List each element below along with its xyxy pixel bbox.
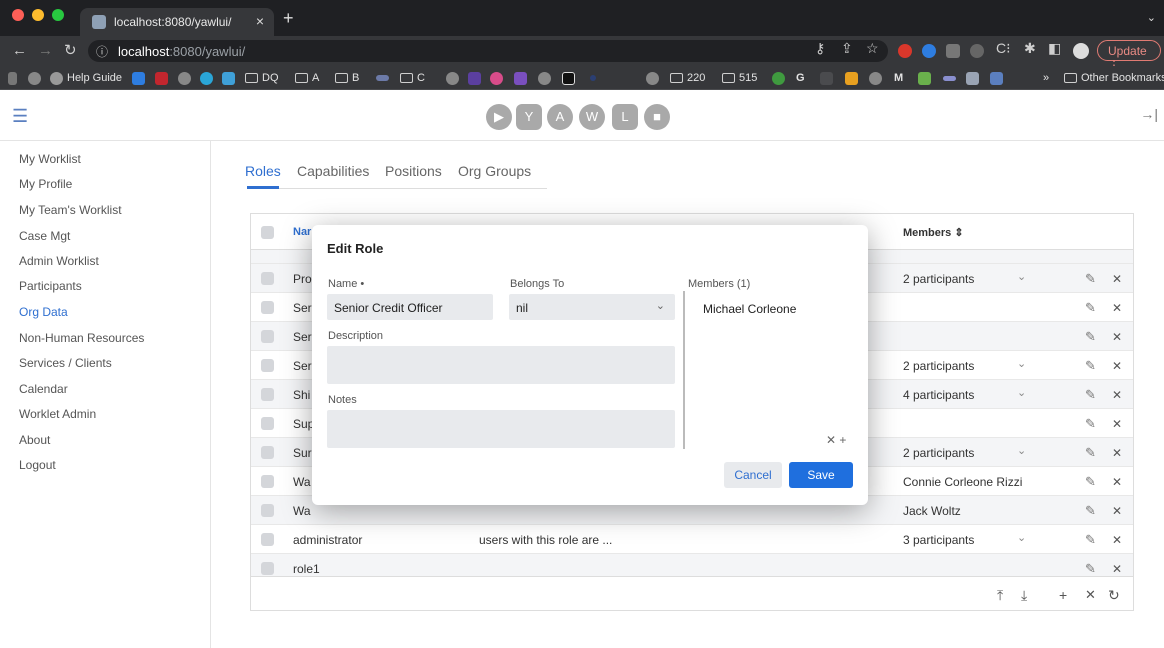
remove-member-icon[interactable]: ✕ [826, 433, 836, 447]
belongs-to-value: nil [516, 301, 529, 315]
notes-label: Notes [328, 394, 357, 406]
browser-window: localhost:8080/yawlui/ × + ⌄ ← → ↻ ⓘ loc… [0, 0, 1164, 648]
modal-overlay: Edit Role Name • Senior Credit Officer B… [0, 0, 1164, 648]
name-field[interactable]: Senior Credit Officer [327, 294, 493, 320]
save-button[interactable]: Save [789, 462, 853, 488]
notes-field[interactable] [327, 410, 675, 448]
cancel-button[interactable]: Cancel [724, 462, 782, 488]
dialog-title: Edit Role [327, 241, 384, 256]
member-actions: ✕ + [826, 433, 846, 447]
members-label: Members (1) [688, 278, 751, 290]
belongs-to-select[interactable]: nil ⌄ [509, 294, 675, 320]
description-field[interactable] [327, 346, 675, 384]
name-label: Name • [328, 278, 364, 290]
required-mark: • [360, 278, 365, 290]
member-item[interactable]: Michael Corleone [703, 302, 796, 316]
add-member-icon[interactable]: + [839, 433, 846, 447]
belongs-to-label: Belongs To [510, 278, 565, 290]
name-label-text: Name [328, 278, 358, 290]
chevron-down-icon: ⌄ [655, 300, 665, 312]
description-label: Description [328, 330, 384, 342]
dialog-divider [683, 291, 685, 449]
edit-role-dialog: Edit Role Name • Senior Credit Officer B… [312, 225, 868, 505]
